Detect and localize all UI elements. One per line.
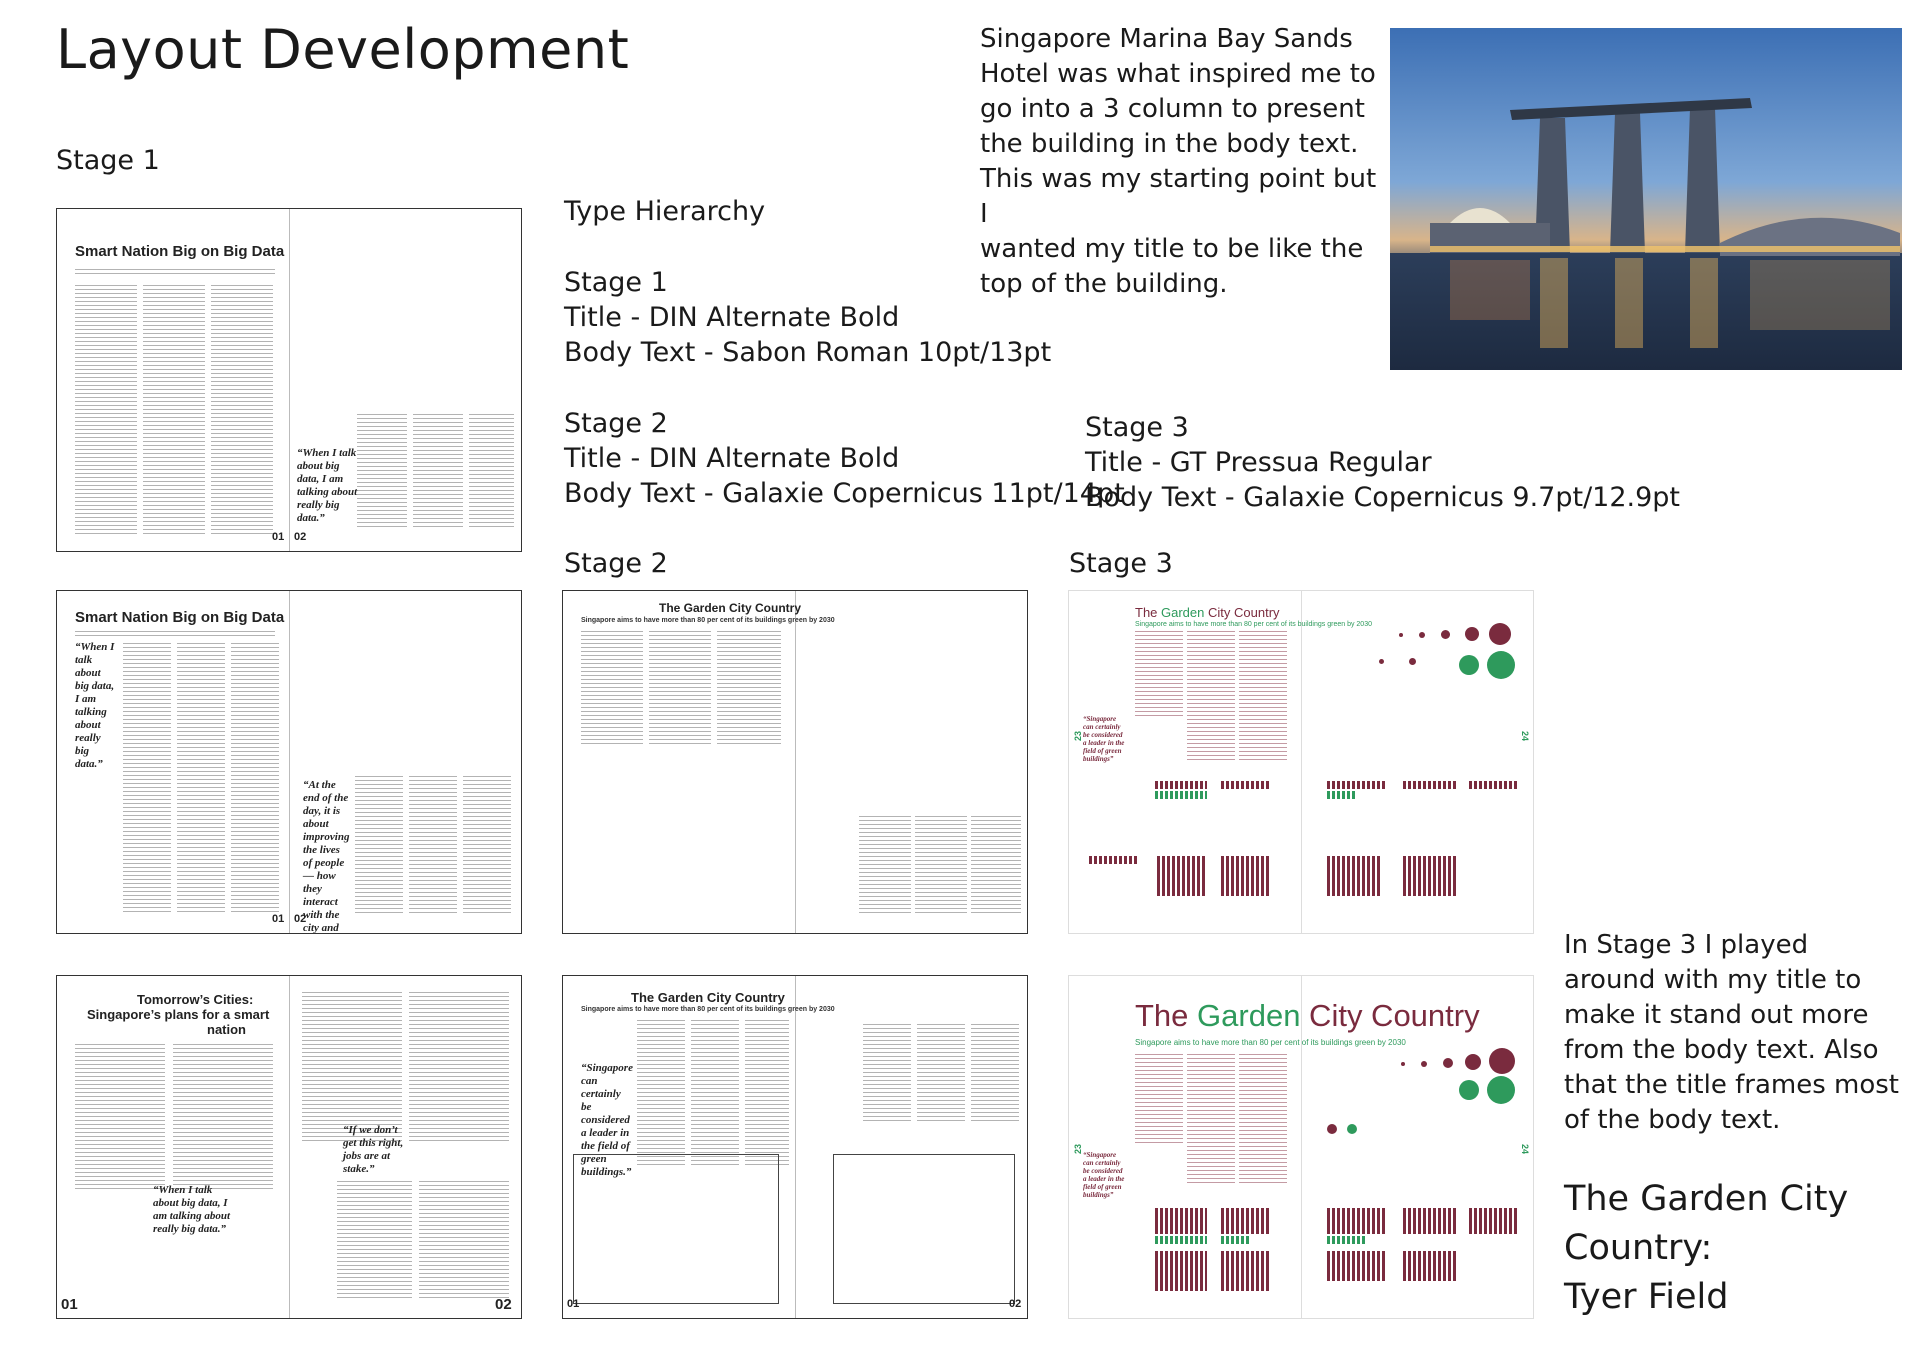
note-line: In Stage 3 I played [1564, 930, 1809, 960]
stage3-spread-a: The Garden City Country Singapore aims t… [1068, 590, 1534, 934]
inspiration-line: top of the building. [980, 269, 1228, 299]
page-number-right: 24 [1520, 730, 1531, 742]
th-stage3-body: Body Text - Galaxie Copernicus 9.7pt/12.… [1085, 482, 1681, 513]
spread-subtitle: Singapore aims to have more than 80 per … [1135, 1038, 1406, 1047]
pull-quote: “When I talk about big data, I am talkin… [75, 641, 115, 770]
note-line: that the title frames most [1564, 1070, 1899, 1100]
type-hierarchy-heading: Type Hierarchy [564, 196, 766, 227]
stage1-label: Stage 1 [56, 145, 160, 176]
inspiration-line: wanted my title to be like the [980, 234, 1364, 264]
th-stage3-title: Title - GT Pressua Regular [1085, 447, 1432, 478]
page-number-left: 23 [1073, 730, 1084, 742]
page-number-right: 02 [294, 531, 307, 543]
page-number-right: 02 [294, 913, 307, 925]
th-stage2-label: Stage 2 [564, 408, 668, 439]
closing-line: The Garden City [1564, 1179, 1849, 1219]
pull-quote: “When I talk about big data, I am talkin… [297, 447, 358, 524]
stage1-spread-b: Smart Nation Big on Big Data “When I tal… [56, 590, 522, 934]
page-number-right: 02 [495, 1296, 512, 1313]
stage3-note: In Stage 3 I played around with my title… [1564, 928, 1904, 1138]
page-number-right: 24 [1520, 1143, 1531, 1155]
th-stage1-body: Body Text - Sabon Roman 10pt/13pt [564, 337, 1052, 368]
th-stage3-label: Stage 3 [1085, 412, 1189, 443]
spread-subtitle: Singapore aims to have more than 80 per … [581, 617, 835, 624]
page-number-left: 01 [272, 531, 285, 543]
stage2-spread-b: The Garden City Country Singapore aims t… [562, 975, 1028, 1319]
stage3-spread-b: The Garden City Country Singapore aims t… [1068, 975, 1534, 1319]
inspiration-text: Singapore Marina Bay Sands Hotel was wha… [980, 22, 1380, 302]
inspiration-line: Hotel was what inspired me to [980, 59, 1376, 89]
inspiration-line: the building in the body text. [980, 129, 1359, 159]
stage2-spread-a: The Garden City Country Singapore aims t… [562, 590, 1028, 934]
closing-title: The Garden City Country: Tyer Field [1564, 1175, 1904, 1322]
page-number-left: 01 [567, 1298, 580, 1310]
page-number-left: 01 [272, 913, 285, 925]
spread-subtitle: Singapore aims to have more than 80 per … [1135, 621, 1372, 628]
spread-subtitle: Singapore aims to have more than 80 per … [581, 1006, 835, 1013]
note-line: make it stand out more [1564, 1000, 1869, 1030]
spread-title: Smart Nation Big on Big Data [75, 609, 285, 626]
spread-title-line1: Tomorrow’s Cities: [137, 992, 254, 1007]
page-number-right: 02 [1009, 1298, 1022, 1310]
note-line: of the body text. [1564, 1105, 1781, 1135]
stage2-label: Stage 2 [564, 548, 668, 579]
closing-line: Country: [1564, 1228, 1713, 1268]
spread-title: The Garden City Country [1135, 605, 1280, 620]
th-stage1-title: Title - DIN Alternate Bold [564, 302, 900, 333]
spread-title: The Garden City Country [659, 601, 802, 615]
pull-quote: “At the end of the day, it is about impr… [303, 779, 350, 934]
page-number-left: 23 [1073, 1143, 1084, 1155]
stage1-spread-a: Smart Nation Big on Big Data “When I tal… [56, 208, 522, 552]
pull-quote: “When I talk about big data, I am talkin… [153, 1184, 231, 1235]
spread-title-line3: nation [207, 1022, 246, 1037]
page-title: Layout Development [56, 18, 630, 81]
note-line: from the body text. Also [1564, 1035, 1879, 1065]
spread-title: Smart Nation Big on Big Data [75, 243, 285, 260]
closing-line: Tyer Field [1564, 1277, 1729, 1317]
marina-bay-sands-photo [1390, 28, 1902, 370]
spread-title: The Garden City Country [631, 990, 785, 1005]
page-number-left: 01 [61, 1296, 78, 1313]
inspiration-line: Singapore Marina Bay Sands [980, 24, 1353, 54]
inspiration-line: go into a 3 column to present [980, 94, 1365, 124]
th-stage1-label: Stage 1 [564, 267, 668, 298]
inspiration-line: This was my starting point but I [980, 164, 1377, 229]
stage1-spread-c: Tomorrow’s Cities: Singapore’s plans for… [56, 975, 522, 1319]
pull-quote: “If we don’t get this right, jobs are at… [343, 1124, 404, 1175]
note-line: around with my title to [1564, 965, 1862, 995]
spread-title-line2: Singapore’s plans for a smart [87, 1007, 270, 1022]
spread-title: The Garden City Country [1135, 998, 1480, 1033]
th-stage2-body: Body Text - Galaxie Copernicus 11pt/14pt [564, 478, 1125, 509]
th-stage2-title: Title - DIN Alternate Bold [564, 443, 900, 474]
stage3-label: Stage 3 [1069, 548, 1173, 579]
